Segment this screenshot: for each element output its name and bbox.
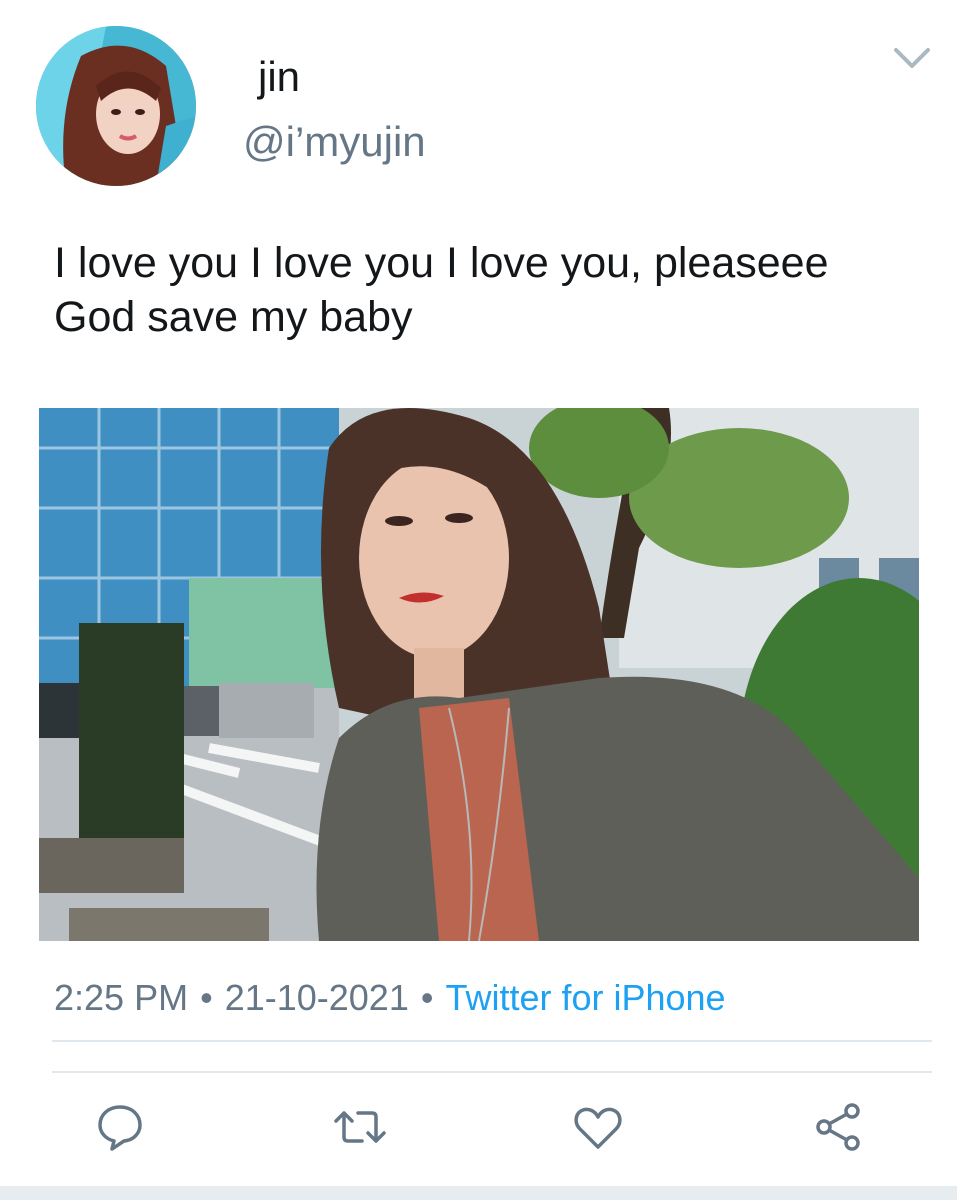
share-button[interactable] xyxy=(806,1095,870,1159)
bottom-bar xyxy=(0,1186,957,1200)
photo-image xyxy=(39,408,919,941)
retweet-button[interactable] xyxy=(328,1095,392,1159)
chevron-down-icon[interactable] xyxy=(892,42,932,74)
tweet-source-link[interactable]: Twitter for iPhone xyxy=(445,977,725,1018)
tweet-photo[interactable] xyxy=(39,408,919,941)
reply-button[interactable] xyxy=(88,1095,152,1159)
display-name[interactable]: jin xyxy=(258,52,300,102)
tweet-meta: 2:25 PM • 21-10-2021 • Twitter for iPhone xyxy=(54,975,726,1021)
tweet-date: 21-10-2021 xyxy=(224,977,409,1018)
meta-separator: • xyxy=(200,977,213,1018)
share-icon xyxy=(816,1103,860,1151)
tweet-time: 2:25 PM xyxy=(54,977,189,1018)
tweet-text-line: I love you I love you I love you, please… xyxy=(54,239,829,287)
reply-icon xyxy=(98,1105,142,1151)
user-handle[interactable]: @i’myujin xyxy=(243,117,426,167)
tweet-actions xyxy=(0,1095,957,1165)
avatar[interactable] xyxy=(36,26,196,186)
tweet-text: I love you I love you I love you, please… xyxy=(54,236,934,344)
divider xyxy=(52,1040,932,1042)
meta-separator: • xyxy=(420,977,434,1018)
divider xyxy=(52,1071,932,1073)
retweet-icon xyxy=(334,1111,386,1143)
profile-avatar-image xyxy=(36,26,196,186)
like-button[interactable] xyxy=(566,1095,630,1159)
tweet-text-line: God save my baby xyxy=(54,293,413,341)
like-icon xyxy=(574,1107,622,1149)
